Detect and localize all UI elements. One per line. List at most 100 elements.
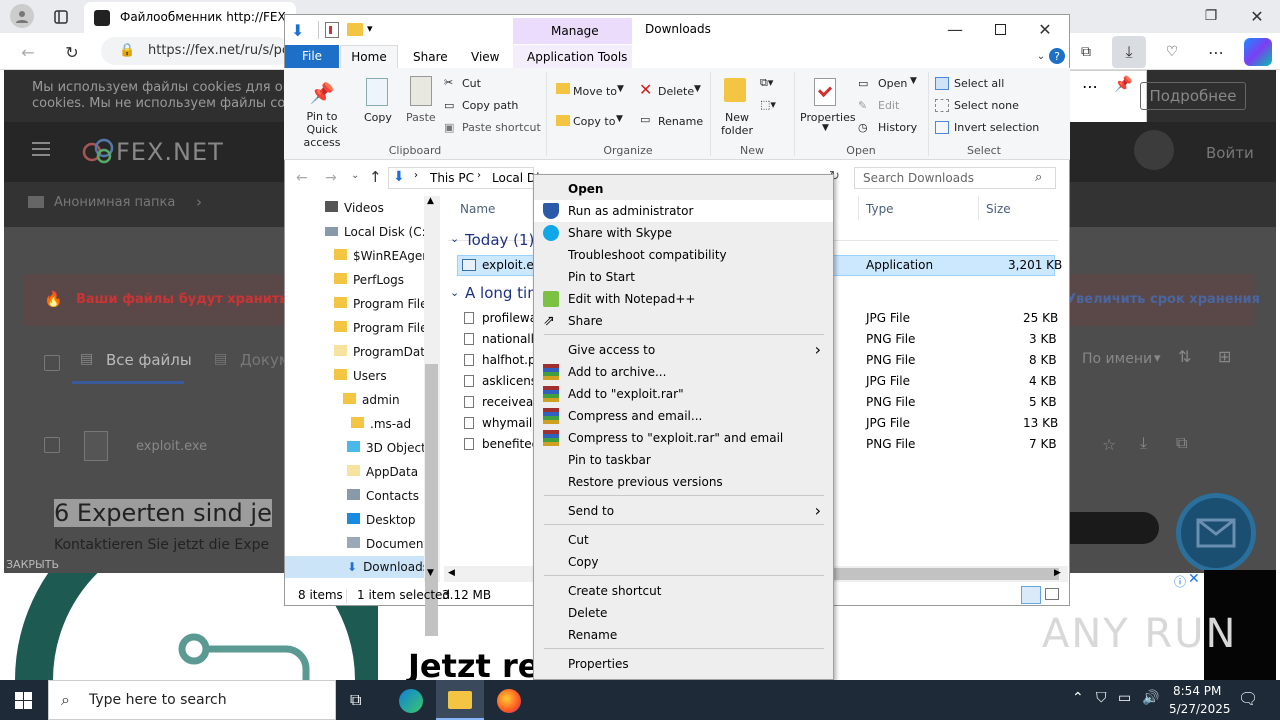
volume-icon[interactable]: 🔊 <box>1142 690 1159 706</box>
open-button[interactable]: Open <box>878 77 907 90</box>
column-type[interactable]: Type <box>866 202 894 216</box>
windows-start-icon[interactable] <box>15 692 32 709</box>
tree-admin[interactable]: admin <box>343 393 400 407</box>
firefox-icon[interactable] <box>497 689 521 713</box>
nav-back-icon[interactable]: ← <box>296 170 308 186</box>
cookie-more-button[interactable]: Подробнее <box>1140 82 1246 110</box>
tab-actions-icon[interactable] <box>50 6 72 28</box>
easy-access-icon[interactable]: ⬚▾ <box>760 98 776 111</box>
more-icon[interactable]: ⋯ <box>1204 40 1228 64</box>
ad-info-icon[interactable]: ⓘ <box>1174 573 1186 590</box>
edit-button[interactable]: Edit <box>878 99 899 112</box>
move-to-button[interactable]: Move to <box>573 85 617 98</box>
tree-local-disk[interactable]: Local Disk (C:) <box>325 225 430 239</box>
rename-button[interactable]: Rename <box>658 115 703 128</box>
menu-notepadpp[interactable]: Edit with Notepad++ <box>534 288 833 310</box>
search-box[interactable]: Search Downloads ⌕ <box>854 167 1056 189</box>
tab-file[interactable]: File <box>285 45 339 68</box>
select-all-checkbox[interactable] <box>44 355 60 371</box>
tree-programdata[interactable]: ProgramData <box>334 345 432 359</box>
avatar[interactable] <box>1134 130 1174 170</box>
file-name[interactable]: exploit.exe <box>136 439 207 454</box>
menu-send-to[interactable]: Send to › <box>534 500 833 522</box>
details-view-icon[interactable] <box>1021 586 1041 604</box>
edge-icon[interactable] <box>399 689 423 713</box>
taskbar-search[interactable]: ⌕ Type here to search <box>48 680 336 720</box>
qa-dropdown-icon[interactable]: ▾ <box>367 22 373 35</box>
menu-restore-versions[interactable]: Restore previous versions <box>534 471 833 493</box>
grid-view-icon[interactable]: ⊞ <box>1218 347 1231 366</box>
properties-qa-icon[interactable] <box>325 22 339 38</box>
tree-users[interactable]: Users <box>334 369 387 383</box>
menu-share[interactable]: ⇗ Share <box>534 310 833 332</box>
maximize-icon[interactable] <box>985 18 1015 40</box>
path-this-pc[interactable]: This PC <box>430 171 474 185</box>
address-path[interactable]: ⬇ › This PC › Local Di <box>388 167 540 189</box>
collapse-long-ago-icon[interactable]: ⌄ <box>450 286 459 299</box>
tab-all-files[interactable]: Все файлы <box>106 351 192 369</box>
menu-compress-email[interactable]: Compress and email... <box>534 405 833 427</box>
task-view-icon[interactable]: ⧉ <box>350 690 361 710</box>
collapse-today-icon[interactable]: ⌄ <box>450 232 459 245</box>
tree-contacts[interactable]: Contacts <box>347 489 419 503</box>
scroll-down-icon[interactable]: ▼ <box>427 568 434 578</box>
menu-create-shortcut[interactable]: Create shortcut <box>534 580 833 602</box>
tree-perflogs[interactable]: PerfLogs <box>334 273 404 287</box>
group-long-ago[interactable]: A long tim <box>465 284 542 302</box>
close-browser-icon[interactable]: ✕ <box>1242 4 1272 28</box>
mail-icon[interactable] <box>1176 493 1256 573</box>
tree-program-files-x86[interactable]: Program Files <box>334 321 434 335</box>
copy-button[interactable]: Copy <box>364 111 392 124</box>
tree-program-files[interactable]: Program Files <box>334 297 434 311</box>
column-name[interactable]: Name <box>460 202 495 216</box>
profile-icon[interactable] <box>10 4 34 28</box>
star-icon[interactable]: ☆ <box>1102 435 1116 454</box>
copilot-icon[interactable] <box>1244 38 1272 66</box>
menu-rename[interactable]: Rename <box>534 624 833 646</box>
tree-ms-ad[interactable]: .ms-ad <box>351 417 411 431</box>
select-all-button[interactable]: Select all <box>954 77 1004 90</box>
file-checkbox[interactable] <box>44 437 60 453</box>
tree-videos[interactable]: Videos <box>325 201 384 215</box>
pin-icon[interactable]: 📌 <box>1114 75 1133 93</box>
manage-tab[interactable]: Manage <box>513 18 632 44</box>
recent-locations-icon[interactable]: ⌄ <box>351 170 359 181</box>
downloads-icon[interactable]: ⤓ <box>1112 36 1146 68</box>
address-bar[interactable]: 🔒 https://fex.net/ru/s/pc <box>101 37 291 65</box>
nav-forward-icon[interactable]: → <box>325 170 337 186</box>
download-file-icon[interactable]: ⤓ <box>1140 433 1147 453</box>
tab-application-tools[interactable]: Application Tools <box>513 45 632 68</box>
tree-documents[interactable]: Documents <box>347 537 434 551</box>
menu-add-exploit-rar[interactable]: Add to "exploit.rar" <box>534 383 833 405</box>
clock-date[interactable]: 5/27/2025 <box>1169 702 1231 716</box>
menu-compress-rar-email[interactable]: Compress to "exploit.rar" and email <box>534 427 833 449</box>
collapse-ribbon-icon[interactable]: ⌄ <box>1034 49 1048 63</box>
explorer-taskbar-button[interactable] <box>436 680 484 720</box>
menu-troubleshoot[interactable]: Troubleshoot compatibility <box>534 244 833 266</box>
close-icon[interactable]: ✕ <box>1030 18 1060 40</box>
back-icon[interactable]: ← <box>16 40 40 64</box>
tab-view[interactable]: View <box>471 50 499 64</box>
copy-to-button[interactable]: Copy to <box>573 115 615 128</box>
scroll-left-icon[interactable]: ◀ <box>448 568 455 578</box>
column-size[interactable]: Size <box>986 202 1011 216</box>
ad-close-icon[interactable]: ✕ <box>1188 571 1200 587</box>
sort-order-icon[interactable]: ⇅ <box>1178 347 1191 366</box>
menu-properties[interactable]: Properties <box>534 653 833 675</box>
minimize-icon[interactable]: — <box>940 18 970 40</box>
menu-icon[interactable] <box>32 142 50 156</box>
tab-home[interactable]: Home <box>340 45 398 69</box>
notification-icon[interactable]: 🗨 <box>1238 689 1258 708</box>
large-icons-view-icon[interactable] <box>1045 588 1059 600</box>
tree-appdata[interactable]: AppData <box>347 465 418 479</box>
new-folder-button[interactable]: New folder <box>718 111 756 137</box>
reload-icon[interactable]: ↻ <box>60 40 84 64</box>
breadcrumb-folder[interactable]: Анонимная папка <box>54 195 175 210</box>
site-logo[interactable]: FEX.NET <box>116 138 224 166</box>
delete-button[interactable]: Delete <box>658 85 694 98</box>
sort-dropdown[interactable]: По имени <box>1082 351 1152 367</box>
select-none-button[interactable]: Select none <box>954 99 1019 112</box>
copy-path-button[interactable]: Copy path <box>462 99 518 112</box>
tab-share[interactable]: Share <box>413 50 448 64</box>
tab-documents[interactable]: Докум <box>240 351 290 369</box>
